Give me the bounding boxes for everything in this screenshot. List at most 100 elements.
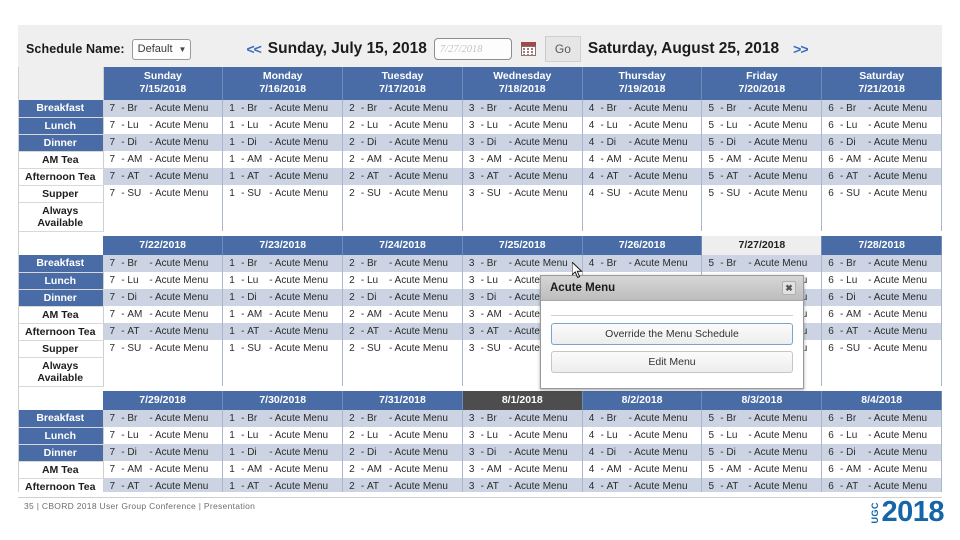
schedule-cell[interactable]: 3 - AM- Acute Menu <box>462 151 583 168</box>
schedule-cell[interactable]: 5 - AM- Acute Menu <box>701 461 823 478</box>
next-period-button[interactable]: >> <box>793 41 808 57</box>
schedule-cell[interactable]: 6 - Lu - Acute Menu <box>821 117 942 134</box>
schedule-cell[interactable]: 3 - SU- Acute Menu <box>462 185 583 202</box>
schedule-cell[interactable]: 5 - Di- Acute Menu <box>701 134 823 151</box>
schedule-cell[interactable]: 2 - AM - Acute Menu <box>342 461 463 478</box>
schedule-cell[interactable]: 6 - Di - Acute Menu <box>821 289 942 306</box>
schedule-cell[interactable]: 1 - SU - Acute Menu <box>222 185 344 202</box>
schedule-cell[interactable]: 5 - Br - Acute Menu <box>701 100 823 117</box>
schedule-cell[interactable]: 1 - AM - Acute Menu <box>222 461 344 478</box>
schedule-cell[interactable]: 6 - Br - Acute Menu <box>821 100 942 117</box>
day-header-saturday[interactable]: Saturday 7/21/2018 <box>821 67 942 100</box>
day-header-friday[interactable]: Friday 7/20/2018 <box>701 67 823 100</box>
schedule-cell[interactable]: 6 - AM - Acute Menu <box>821 461 942 478</box>
schedule-cell[interactable]: 7 - AT - Acute Menu <box>103 323 224 340</box>
schedule-cell[interactable]: 7 - AM - Acute Menu <box>103 461 224 478</box>
date-header-cell[interactable]: 8/1/2018 <box>462 391 583 410</box>
schedule-cell[interactable]: 3 - Di- Acute Menu <box>462 444 583 461</box>
schedule-cell[interactable]: 3 - Br - Acute Menu <box>462 255 583 272</box>
schedule-cell[interactable]: 7 - Br - Acute Menu <box>103 100 224 117</box>
schedule-cell[interactable]: 7 - Di - Acute Menu <box>103 444 224 461</box>
calendar-icon[interactable] <box>520 42 536 56</box>
schedule-cell[interactable]: 5 - AM- Acute Menu <box>701 151 823 168</box>
schedule-cell[interactable]: 6 - Lu - Acute Menu <box>821 427 942 444</box>
date-header-cell[interactable]: 8/2/2018 <box>582 391 703 410</box>
schedule-cell-always[interactable] <box>582 202 703 231</box>
schedule-cell[interactable]: 6 - AM - Acute Menu <box>821 151 942 168</box>
go-button[interactable]: Go <box>544 36 581 62</box>
day-header-wednesday[interactable]: Wednesday 7/18/2018 <box>462 67 583 100</box>
schedule-cell[interactable]: 1 - Lu - Acute Menu <box>222 117 344 134</box>
schedule-cell[interactable]: 1 - Di - Acute Menu <box>222 289 344 306</box>
date-header-cell[interactable]: 7/22/2018 <box>103 236 224 255</box>
schedule-cell[interactable]: 2 - Lu - Acute Menu <box>342 427 463 444</box>
edit-menu-button[interactable]: Edit Menu <box>551 351 793 373</box>
schedule-cell[interactable]: 7 - Br - Acute Menu <box>103 255 224 272</box>
schedule-cell[interactable]: 1 - AT - Acute Menu <box>222 168 344 185</box>
schedule-cell[interactable]: 4 - Di- Acute Menu <box>582 134 703 151</box>
schedule-cell[interactable]: 6 - Br - Acute Menu <box>821 410 942 427</box>
menu-action-popup[interactable]: Acute Menu ✖ Override the Menu Schedule … <box>540 275 804 389</box>
date-header-cell[interactable]: 7/28/2018 <box>821 236 942 255</box>
schedule-cell[interactable]: 5 - AT- Acute Menu <box>701 168 823 185</box>
date-header-cell[interactable]: 7/31/2018 <box>342 391 463 410</box>
schedule-cell[interactable]: 7 - AT - Acute Menu <box>103 478 224 492</box>
schedule-cell[interactable]: 6 - Lu - Acute Menu <box>821 272 942 289</box>
date-header-cell[interactable]: 8/3/2018 <box>701 391 823 410</box>
schedule-cell[interactable]: 4 - Br - Acute Menu <box>582 410 703 427</box>
schedule-cell[interactable]: 5 - Di- Acute Menu <box>701 444 823 461</box>
schedule-cell[interactable]: 1 - Br - Acute Menu <box>222 410 344 427</box>
schedule-cell[interactable]: 7 - Br - Acute Menu <box>103 410 224 427</box>
schedule-cell-always[interactable] <box>821 357 942 386</box>
schedule-cell-always[interactable] <box>342 202 463 231</box>
schedule-cell[interactable]: 7 - AM - Acute Menu <box>103 306 224 323</box>
schedule-cell[interactable]: 2 - AT - Acute Menu <box>342 168 463 185</box>
schedule-cell-always[interactable] <box>821 202 942 231</box>
schedule-cell[interactable]: 6 - SU - Acute Menu <box>821 340 942 357</box>
schedule-cell[interactable]: 1 - Br - Acute Menu <box>222 100 344 117</box>
schedule-cell[interactable]: 4 - AM- Acute Menu <box>582 461 703 478</box>
schedule-cell[interactable]: 1 - Lu - Acute Menu <box>222 427 344 444</box>
schedule-cell[interactable]: 2 - AM - Acute Menu <box>342 151 463 168</box>
schedule-cell-always[interactable] <box>462 202 583 231</box>
schedule-cell[interactable]: 3 - Di- Acute Menu <box>462 134 583 151</box>
date-header-cell[interactable]: 7/27/2018 <box>701 236 823 255</box>
schedule-cell[interactable]: 2 - Br - Acute Menu <box>342 100 463 117</box>
schedule-cell[interactable]: 7 - Lu - Acute Menu <box>103 272 224 289</box>
schedule-cell[interactable]: 5 - Lu- Acute Menu <box>701 427 823 444</box>
schedule-name-select[interactable]: Default ▼ <box>131 38 192 60</box>
schedule-cell[interactable]: 2 - SU - Acute Menu <box>342 185 463 202</box>
schedule-cell[interactable]: 4 - SU- Acute Menu <box>582 185 703 202</box>
schedule-cell-always[interactable] <box>222 357 344 386</box>
schedule-cell[interactable]: 6 - SU - Acute Menu <box>821 185 942 202</box>
override-menu-schedule-button[interactable]: Override the Menu Schedule <box>551 323 793 345</box>
schedule-cell[interactable]: 6 - AT - Acute Menu <box>821 168 942 185</box>
schedule-cell[interactable]: 2 - AM - Acute Menu <box>342 306 463 323</box>
schedule-cell[interactable]: 7 - Di - Acute Menu <box>103 134 224 151</box>
date-header-cell[interactable]: 7/29/2018 <box>103 391 224 410</box>
schedule-cell[interactable]: 3 - Br - Acute Menu <box>462 410 583 427</box>
schedule-cell[interactable]: 6 - Br - Acute Menu <box>821 255 942 272</box>
schedule-cell[interactable]: 1 - AT - Acute Menu <box>222 323 344 340</box>
schedule-cell[interactable]: 2 - Di - Acute Menu <box>342 444 463 461</box>
date-input[interactable]: 7/27/2018 <box>433 38 512 60</box>
schedule-cell[interactable]: 6 - Di - Acute Menu <box>821 134 942 151</box>
schedule-cell-always[interactable] <box>701 202 823 231</box>
schedule-cell[interactable]: 1 - AM - Acute Menu <box>222 306 344 323</box>
schedule-cell[interactable]: 1 - AM - Acute Menu <box>222 151 344 168</box>
schedule-cell[interactable]: 1 - SU - Acute Menu <box>222 340 344 357</box>
schedule-cell[interactable]: 4 - Lu- Acute Menu <box>582 427 703 444</box>
schedule-cell-always[interactable] <box>222 202 344 231</box>
schedule-cell[interactable]: 5 - SU- Acute Menu <box>701 185 823 202</box>
schedule-cell[interactable]: 1 - Lu - Acute Menu <box>222 272 344 289</box>
schedule-cell[interactable]: 6 - Di - Acute Menu <box>821 444 942 461</box>
schedule-cell[interactable]: 2 - Br - Acute Menu <box>342 255 463 272</box>
schedule-cell[interactable]: 1 - Di - Acute Menu <box>222 134 344 151</box>
close-icon[interactable]: ✖ <box>782 281 796 295</box>
date-header-cell[interactable]: 7/25/2018 <box>462 236 583 255</box>
schedule-cell[interactable]: 4 - Di- Acute Menu <box>582 444 703 461</box>
schedule-cell[interactable]: 3 - AT- Acute Menu <box>462 478 583 492</box>
schedule-cell[interactable]: 2 - AT - Acute Menu <box>342 478 463 492</box>
schedule-cell[interactable]: 4 - Lu- Acute Menu <box>582 117 703 134</box>
schedule-cell[interactable]: 7 - Lu - Acute Menu <box>103 427 224 444</box>
